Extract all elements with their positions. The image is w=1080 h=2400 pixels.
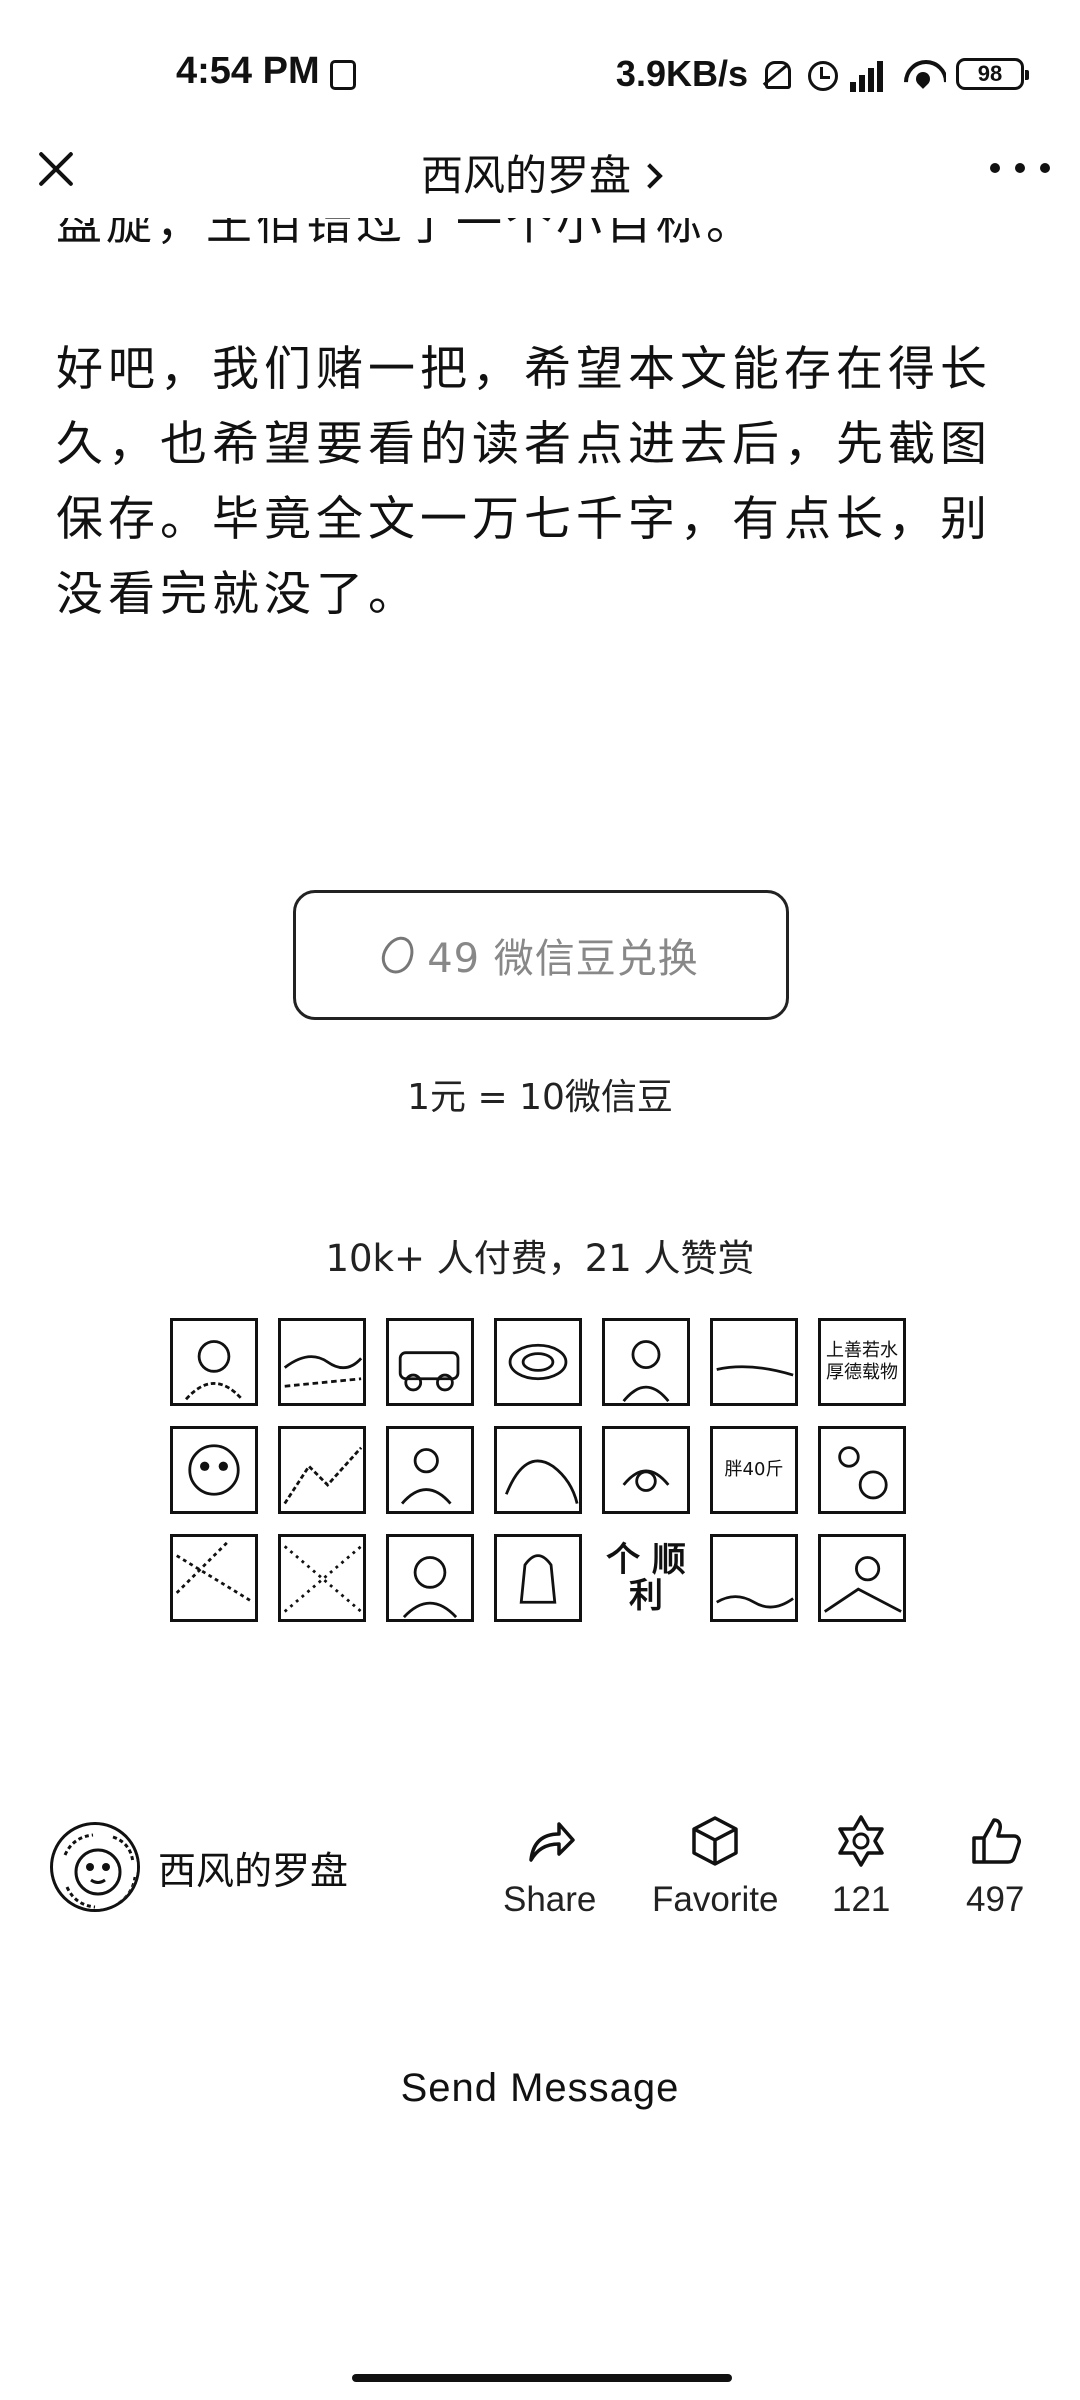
reward-avatar[interactable] bbox=[710, 1318, 798, 1406]
avatar-photo bbox=[175, 1539, 254, 1604]
reward-avatar[interactable] bbox=[386, 1534, 474, 1622]
wow-star-icon bbox=[838, 1815, 884, 1867]
author-profile[interactable]: 西风的罗盘 bbox=[50, 1822, 348, 1912]
reward-avatar[interactable]: 个 顺利 bbox=[602, 1534, 690, 1622]
share-icon bbox=[528, 1822, 575, 1862]
sim-icon bbox=[330, 60, 356, 90]
avatar-photo bbox=[508, 1343, 568, 1381]
avatar-photo bbox=[398, 1351, 460, 1392]
reward-avatar[interactable] bbox=[602, 1426, 690, 1514]
network-speed: 3.9KB/s bbox=[615, 53, 748, 94]
wifi-icon bbox=[902, 56, 946, 92]
reward-avatar[interactable] bbox=[278, 1318, 366, 1406]
account-title-link[interactable]: 西风的罗盘 bbox=[0, 142, 1080, 203]
bean-icon bbox=[376, 931, 420, 979]
more-icon[interactable] bbox=[990, 146, 1050, 190]
share-label: Share bbox=[503, 1880, 597, 1919]
reward-avatar-grid: 上善若水 厚德载物胖40斤个 顺利 bbox=[170, 1318, 910, 1622]
reward-avatar[interactable] bbox=[494, 1426, 582, 1514]
like-button[interactable]: 497 bbox=[966, 1812, 1024, 1920]
avatar-photo bbox=[283, 1355, 363, 1388]
status-bar: 4:54 PM 3.9KB/s 98 bbox=[0, 0, 1080, 140]
avatar-photo bbox=[716, 1595, 794, 1609]
reward-avatar[interactable] bbox=[602, 1318, 690, 1406]
mute-bell-icon bbox=[758, 56, 794, 92]
exchange-rate: 1元 = 10微信豆 bbox=[407, 1077, 673, 1118]
reward-avatar[interactable] bbox=[278, 1426, 366, 1514]
favorite-button[interactable]: Favorite bbox=[652, 1812, 778, 1920]
reward-avatar[interactable] bbox=[170, 1318, 258, 1406]
reward-avatar[interactable]: 胖40斤 bbox=[710, 1426, 798, 1514]
avatar-photo bbox=[622, 1340, 670, 1403]
reward-avatar[interactable] bbox=[278, 1534, 366, 1622]
status-time: 4:54 PM bbox=[176, 50, 320, 92]
page-title: 西风的罗盘 bbox=[420, 151, 631, 200]
wow-button[interactable]: 121 bbox=[832, 1812, 890, 1920]
wow-count: 121 bbox=[832, 1880, 891, 1919]
avatar-photo bbox=[823, 1556, 902, 1613]
alarm-icon bbox=[804, 56, 840, 92]
avatar-caption: 胖40斤 bbox=[724, 1459, 784, 1480]
avatar-photo bbox=[184, 1340, 244, 1401]
reward-avatar[interactable]: 上善若水 厚德载物 bbox=[818, 1318, 906, 1406]
favorite-cube-icon bbox=[692, 1816, 738, 1866]
send-message-link[interactable]: Send Message bbox=[0, 2066, 1080, 2111]
reward-avatar[interactable] bbox=[494, 1318, 582, 1406]
article-paragraph: 好吧，我们赌一把，希望本文能存在得长久，也希望要看的读者点进去后，先截图保存。毕… bbox=[56, 342, 992, 622]
title-bar: 西风的罗盘 bbox=[0, 120, 1080, 220]
avatar-photo bbox=[188, 1444, 240, 1496]
avatar-photo bbox=[622, 1469, 670, 1492]
avatar-caption: 个 顺利 bbox=[606, 1540, 686, 1616]
like-count: 497 bbox=[966, 1880, 1025, 1919]
avatar-photo bbox=[283, 1545, 363, 1613]
reward-avatar[interactable] bbox=[818, 1534, 906, 1622]
article-cut-line: 盘旋，王佰错过了一个小目标。 bbox=[56, 218, 756, 250]
author-avatar[interactable] bbox=[50, 1822, 140, 1912]
avatar-photo bbox=[283, 1446, 363, 1505]
avatar-photo bbox=[716, 1365, 794, 1377]
avatar-photo bbox=[505, 1459, 579, 1504]
reward-avatar[interactable] bbox=[170, 1426, 258, 1514]
thumbs-up-icon bbox=[972, 1818, 1022, 1864]
share-button[interactable]: Share bbox=[503, 1812, 596, 1920]
reward-avatar[interactable] bbox=[386, 1318, 474, 1406]
status-icons: 3.9KB/s 98 bbox=[615, 50, 1029, 98]
reward-count: 10k+ 人付费，21 人赞赏 bbox=[325, 1237, 755, 1280]
pay-with-beans-button[interactable]: 49 微信豆兑换 bbox=[293, 890, 789, 1020]
avatar-photo bbox=[400, 1448, 452, 1505]
avatar-caption: 上善若水 厚德载物 bbox=[826, 1340, 898, 1383]
reward-avatar[interactable] bbox=[170, 1534, 258, 1622]
reward-avatar[interactable] bbox=[386, 1426, 474, 1514]
favorite-label: Favorite bbox=[652, 1880, 779, 1919]
reward-avatar[interactable] bbox=[818, 1426, 906, 1514]
avatar-photo bbox=[519, 1554, 557, 1604]
chevron-right-icon bbox=[637, 162, 663, 189]
home-indicator[interactable] bbox=[352, 2374, 732, 2382]
avatar-photo bbox=[402, 1556, 458, 1619]
avatar-photo bbox=[838, 1446, 888, 1500]
pay-button-label: 49 微信豆兑换 bbox=[427, 936, 699, 982]
battery-icon: 98 bbox=[956, 58, 1029, 90]
signal-icon bbox=[850, 56, 892, 92]
reward-avatar[interactable] bbox=[710, 1534, 798, 1622]
reward-avatar[interactable] bbox=[494, 1534, 582, 1622]
author-name: 西风的罗盘 bbox=[158, 1848, 349, 1893]
